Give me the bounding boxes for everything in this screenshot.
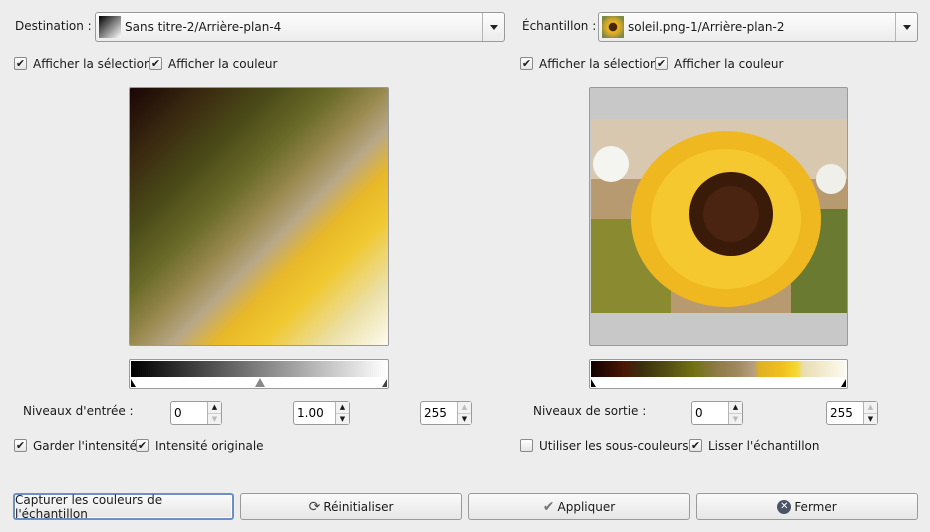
input-gamma-field[interactable] xyxy=(294,402,335,424)
input-low-spinner[interactable]: ▲▼ xyxy=(170,401,222,425)
gamma-marker[interactable] xyxy=(255,378,265,387)
use-subcolors-label: Utiliser les sous-couleurs xyxy=(539,439,689,453)
original-intensity-label: Intensité originale xyxy=(155,439,264,453)
smooth-sample-checkbox[interactable]: ✔ xyxy=(689,439,702,452)
chevron-down-icon[interactable] xyxy=(895,13,917,41)
increment-icon[interactable]: ▲ xyxy=(864,402,877,413)
sample-show-selection-checkbox[interactable]: ✔ xyxy=(520,57,533,70)
reset-button[interactable]: ⟳ Réinitialiser xyxy=(240,493,462,520)
destination-combo[interactable]: Sans titre-2/Arrière-plan-4 xyxy=(95,12,505,42)
output-gradient-bar[interactable] xyxy=(589,359,848,389)
keep-intensity-label: Garder l'intensité xyxy=(33,439,138,453)
dest-show-selection-label: Afficher la sélection xyxy=(33,57,152,71)
decrement-icon[interactable]: ▼ xyxy=(864,412,877,425)
original-intensity-checkbox[interactable]: ✔ xyxy=(136,439,149,452)
sample-thumbnail xyxy=(602,16,624,38)
output-high-spinner[interactable]: ▲▼ xyxy=(826,401,878,425)
capture-sample-colors-button[interactable]: Capturer les couleurs de l'échantillon xyxy=(13,492,234,521)
sample-value: soleil.png-1/Arrière-plan-2 xyxy=(628,20,785,34)
close-icon: ✕ xyxy=(777,499,792,514)
low-marker[interactable] xyxy=(591,379,596,387)
decrement-icon[interactable]: ▼ xyxy=(336,412,349,425)
input-gamma-spinner[interactable]: ▲▼ xyxy=(293,401,350,425)
input-low-field[interactable] xyxy=(171,402,207,424)
increment-icon[interactable]: ▲ xyxy=(458,402,471,413)
sample-combo[interactable]: soleil.png-1/Arrière-plan-2 xyxy=(598,12,918,42)
high-marker[interactable] xyxy=(382,379,387,387)
keep-intensity-checkbox[interactable]: ✔ xyxy=(14,439,27,452)
sample-label: Échantillon : xyxy=(522,19,597,33)
output-levels-label: Niveaux de sortie : xyxy=(533,404,647,418)
increment-icon[interactable]: ▲ xyxy=(729,402,742,413)
low-marker[interactable] xyxy=(131,379,136,387)
dest-show-color-label: Afficher la couleur xyxy=(168,57,278,71)
output-high-field[interactable] xyxy=(827,402,863,424)
close-button[interactable]: ✕ Fermer xyxy=(696,493,918,520)
dest-show-color-checkbox[interactable]: ✔ xyxy=(149,57,162,70)
increment-icon[interactable]: ▲ xyxy=(208,402,221,413)
decrement-icon[interactable]: ▼ xyxy=(729,412,742,425)
chevron-down-icon[interactable] xyxy=(482,13,504,41)
capture-label: Capturer les couleurs de l'échantillon xyxy=(15,492,163,521)
sunflower-image xyxy=(591,119,847,313)
output-low-spinner[interactable]: ▲▼ xyxy=(691,401,743,425)
input-high-field[interactable] xyxy=(421,402,457,424)
apply-label: Appliquer xyxy=(557,499,616,514)
refresh-icon: ⟳ xyxy=(308,498,321,515)
apply-button[interactable]: ✔ Appliquer xyxy=(468,493,690,520)
destination-value: Sans titre-2/Arrière-plan-4 xyxy=(125,20,282,34)
sample-preview xyxy=(589,87,848,346)
use-subcolors-checkbox[interactable] xyxy=(520,439,533,452)
destination-thumbnail xyxy=(99,16,121,38)
smooth-sample-label: Lisser l'échantillon xyxy=(708,439,820,453)
decrement-icon[interactable]: ▼ xyxy=(458,412,471,425)
output-low-field[interactable] xyxy=(692,402,728,424)
destination-label: Destination : xyxy=(15,19,92,33)
input-high-spinner[interactable]: ▲▼ xyxy=(420,401,472,425)
high-marker[interactable] xyxy=(841,379,846,387)
destination-preview xyxy=(129,87,389,346)
input-gradient-bar[interactable] xyxy=(129,359,389,389)
close-label: Fermer xyxy=(794,499,837,514)
dest-show-selection-checkbox[interactable]: ✔ xyxy=(14,57,27,70)
sample-show-selection-label: Afficher la sélection xyxy=(539,57,658,71)
sample-show-color-label: Afficher la couleur xyxy=(674,57,784,71)
increment-icon[interactable]: ▲ xyxy=(336,402,349,413)
sample-show-color-checkbox[interactable]: ✔ xyxy=(655,57,668,70)
decrement-icon[interactable]: ▼ xyxy=(208,412,221,425)
reset-label: Réinitialiser xyxy=(323,499,394,514)
check-icon: ✔ xyxy=(542,498,555,515)
input-levels-label: Niveaux d'entrée : xyxy=(23,404,134,418)
